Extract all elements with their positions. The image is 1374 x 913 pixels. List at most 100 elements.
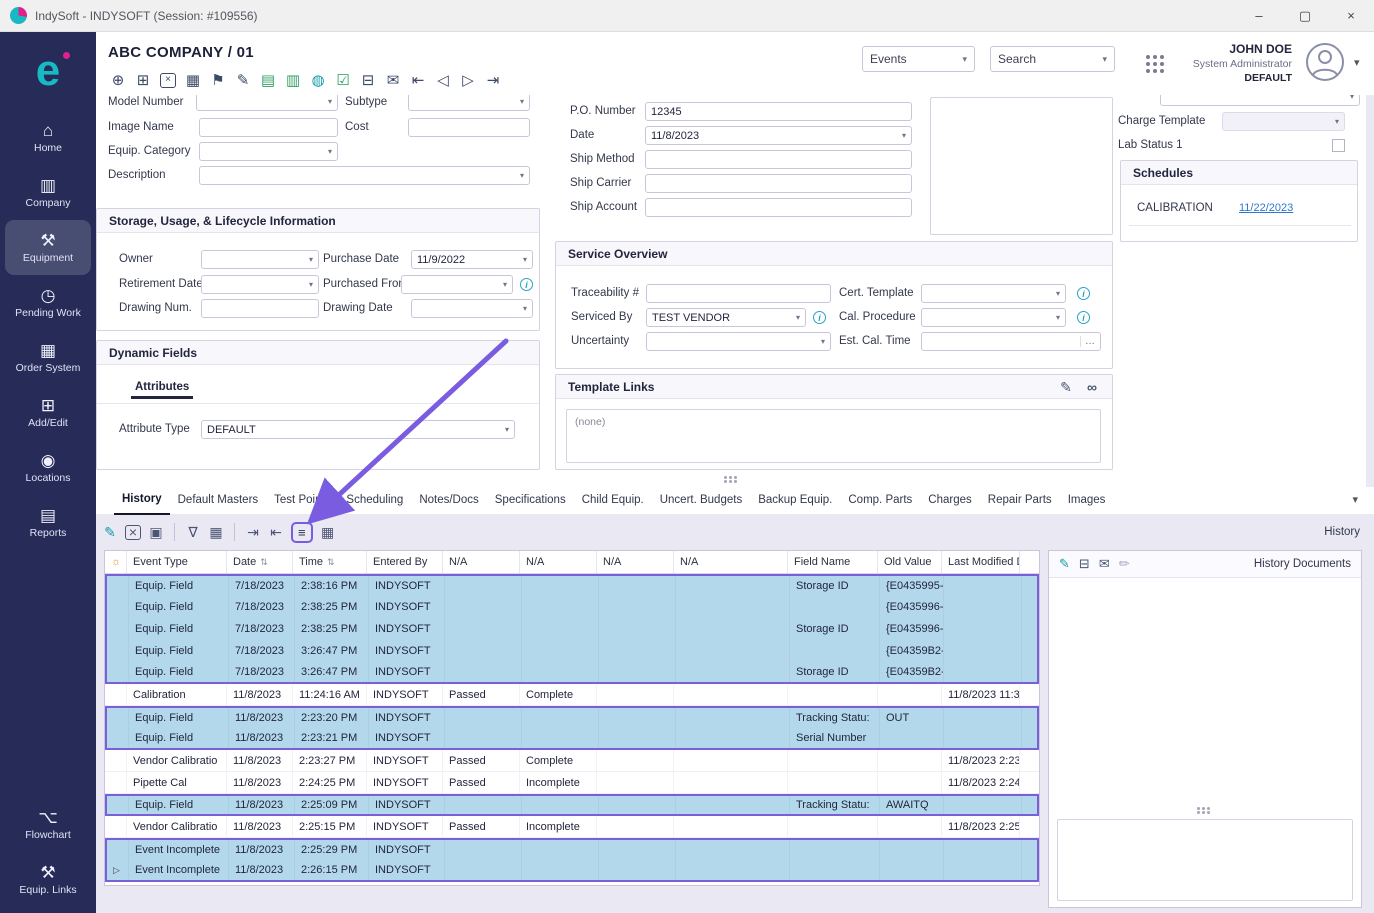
new-event-icon[interactable]: ☼ xyxy=(111,556,121,568)
uncertainty-select[interactable]: ▾ xyxy=(646,332,831,351)
event-edit-button[interactable]: ▦ xyxy=(185,73,201,88)
purchased-from-select[interactable]: ▾ xyxy=(401,275,513,294)
cal-procedure-select[interactable]: ▾ xyxy=(921,308,1066,327)
avatar[interactable] xyxy=(1305,42,1345,82)
table-row[interactable]: ▷ Equip. Field 11/8/2023 2:23:21 PM INDY… xyxy=(105,728,1039,750)
tab-specifications[interactable]: Specifications xyxy=(487,487,574,514)
table-row[interactable]: ▷ Equip. Field 11/8/2023 2:25:09 PM INDY… xyxy=(105,794,1039,816)
minimize-button[interactable]: – xyxy=(1236,0,1282,31)
serviced-by-select[interactable]: TEST VENDOR▾ xyxy=(646,308,806,327)
table-row[interactable]: ▷ Pipette Cal 11/8/2023 2:24:25 PM INDYS… xyxy=(105,772,1039,794)
table-row[interactable]: ▷ Vendor Calibratio 11/8/2023 2:23:27 PM… xyxy=(105,750,1039,772)
ship-account-input[interactable] xyxy=(645,198,912,217)
history-delete-icon[interactable]: × xyxy=(125,525,141,540)
purchase-date-select[interactable]: 11/9/2022▾ xyxy=(411,250,533,269)
tab-attributes[interactable]: Attributes xyxy=(131,381,193,399)
document-check-button[interactable]: ▤ xyxy=(260,73,276,88)
date-select[interactable]: 11/8/2023▾ xyxy=(645,126,912,145)
ellipsis-button[interactable]: … xyxy=(1080,336,1095,347)
column-header-na3[interactable]: N/A xyxy=(597,551,674,573)
bookmark-button[interactable]: ⚑ xyxy=(210,73,226,88)
attribute-type-select[interactable]: DEFAULT▾ xyxy=(201,420,515,439)
top-right-select[interactable]: ▾ xyxy=(1160,95,1360,106)
sidebar-item-add-edit[interactable]: ⊞ Add/Edit xyxy=(5,385,91,440)
tasks-button[interactable]: ☑ xyxy=(335,73,351,88)
owner-select[interactable]: ▾ xyxy=(201,250,319,269)
column-header-date[interactable]: Date⇅ xyxy=(227,551,293,573)
tab-default-masters[interactable]: Default Masters xyxy=(170,487,267,514)
column-header-na4[interactable]: N/A xyxy=(674,551,788,573)
tab-history[interactable]: History xyxy=(114,486,170,515)
subtype-select[interactable]: ▾ xyxy=(408,95,530,111)
est-cal-time-input[interactable]: … xyxy=(921,332,1101,351)
retirement-date-select[interactable]: ▾ xyxy=(201,275,319,294)
events-dropdown[interactable]: Events▾ xyxy=(862,46,975,72)
sidebar-item-locations[interactable]: ◉ Locations xyxy=(5,440,91,495)
documents-edit-icon[interactable]: ✎ xyxy=(1059,556,1070,572)
history-lock-icon[interactable]: ▣ xyxy=(148,525,164,539)
sidebar-item-reports[interactable]: ▤ Reports xyxy=(5,495,91,550)
info-icon[interactable] xyxy=(813,311,826,324)
user-menu-chevron-icon[interactable]: ▾ xyxy=(1354,56,1360,69)
table-row[interactable]: ▷ Event Incomplete 11/8/2023 2:25:29 PM … xyxy=(105,838,1039,860)
maximize-button[interactable]: ▢ xyxy=(1282,0,1328,31)
drawing-num-input[interactable] xyxy=(201,299,319,318)
sidebar-item-home[interactable]: ⌂ Home xyxy=(5,110,91,165)
sidebar-item-equip-links[interactable]: ⚒ Equip. Links xyxy=(5,852,91,907)
table-row[interactable]: ▷ Calibration 11/8/2023 11:24:16 AM INDY… xyxy=(105,684,1039,706)
column-header-time[interactable]: Time⇅ xyxy=(293,551,367,573)
column-header-event-type[interactable]: Event Type xyxy=(127,551,227,573)
tab-backup-equip[interactable]: Backup Equip. xyxy=(750,487,840,514)
nav-last-button[interactable]: ⇥ xyxy=(485,73,501,88)
schedule-date-link[interactable]: 11/22/2023 xyxy=(1239,202,1293,214)
equip-category-select[interactable]: ▾ xyxy=(199,142,338,161)
drawing-date-select[interactable]: ▾ xyxy=(411,299,533,318)
tab-scheduling[interactable]: Scheduling xyxy=(338,487,411,514)
column-header-na1[interactable]: N/A xyxy=(443,551,520,573)
sidebar-item-order-system[interactable]: ▦ Order System xyxy=(5,330,91,385)
close-button[interactable]: × xyxy=(1328,0,1374,31)
cert-template-select[interactable]: ▾ xyxy=(921,284,1066,303)
edit-button[interactable]: ✎ xyxy=(235,73,251,88)
info-icon[interactable] xyxy=(1077,311,1090,324)
history-calendar-add-icon[interactable]: ▦ xyxy=(320,525,336,539)
table-row[interactable]: ▷ Vendor Calibratio 11/8/2023 2:25:15 PM… xyxy=(105,816,1039,838)
info-icon[interactable] xyxy=(1077,287,1090,300)
po-number-input[interactable]: 12345 xyxy=(645,102,912,121)
documents-print-icon[interactable]: ⊟ xyxy=(1079,556,1090,572)
add-button[interactable]: ⊕ xyxy=(110,73,126,88)
apps-grid-icon[interactable] xyxy=(1146,55,1150,59)
documents-splitter-grip[interactable] xyxy=(1197,807,1200,810)
table-row[interactable]: ▷ Event Incomplete 11/8/2023 2:26:15 PM … xyxy=(105,860,1039,882)
table-row[interactable]: ▷ Equip. Field 7/18/2023 3:26:47 PM INDY… xyxy=(105,640,1039,662)
ship-carrier-input[interactable] xyxy=(645,174,912,193)
lab-status-checkbox[interactable] xyxy=(1332,139,1345,152)
history-edit-icon[interactable]: ✎ xyxy=(102,525,118,539)
nav-first-button[interactable]: ⇤ xyxy=(410,73,426,88)
documents-sign-icon[interactable]: ✏ xyxy=(1119,556,1130,572)
tab-repair-parts[interactable]: Repair Parts xyxy=(980,487,1060,514)
table-row[interactable]: ▷ Equip. Field 7/18/2023 2:38:25 PM INDY… xyxy=(105,618,1039,640)
template-edit-icon[interactable]: ✎ xyxy=(1058,380,1074,394)
column-header-last-modified[interactable]: Last Modified Da xyxy=(942,551,1020,573)
history-filter-icon[interactable]: ∇ xyxy=(185,525,201,539)
nav-next-button[interactable]: ▷ xyxy=(460,73,476,88)
tab-images[interactable]: Images xyxy=(1060,487,1114,514)
info-icon[interactable] xyxy=(520,278,533,291)
tab-charges[interactable]: Charges xyxy=(920,487,979,514)
web-button[interactable]: ◍ xyxy=(310,73,326,88)
column-header-old-value[interactable]: Old Value xyxy=(878,551,942,573)
column-header-na2[interactable]: N/A xyxy=(520,551,597,573)
history-export-icon[interactable]: ⇤ xyxy=(268,525,284,539)
documents-mail-icon[interactable]: ✉ xyxy=(1099,556,1110,572)
tab-uncert-budgets[interactable]: Uncert. Budgets xyxy=(652,487,750,514)
tab-child-equip[interactable]: Child Equip. xyxy=(574,487,652,514)
ship-method-input[interactable] xyxy=(645,150,912,169)
sidebar-item-flowchart[interactable]: ⌥ Flowchart xyxy=(5,797,91,852)
tab-notes-docs[interactable]: Notes/Docs xyxy=(411,487,486,514)
print-button[interactable]: ⊟ xyxy=(360,73,376,88)
image-name-input[interactable] xyxy=(199,118,338,137)
mail-button[interactable]: ✉ xyxy=(385,73,401,88)
model-number-select[interactable]: ▾ xyxy=(196,95,338,111)
add-multiple-button[interactable]: ⊞ xyxy=(135,73,151,88)
